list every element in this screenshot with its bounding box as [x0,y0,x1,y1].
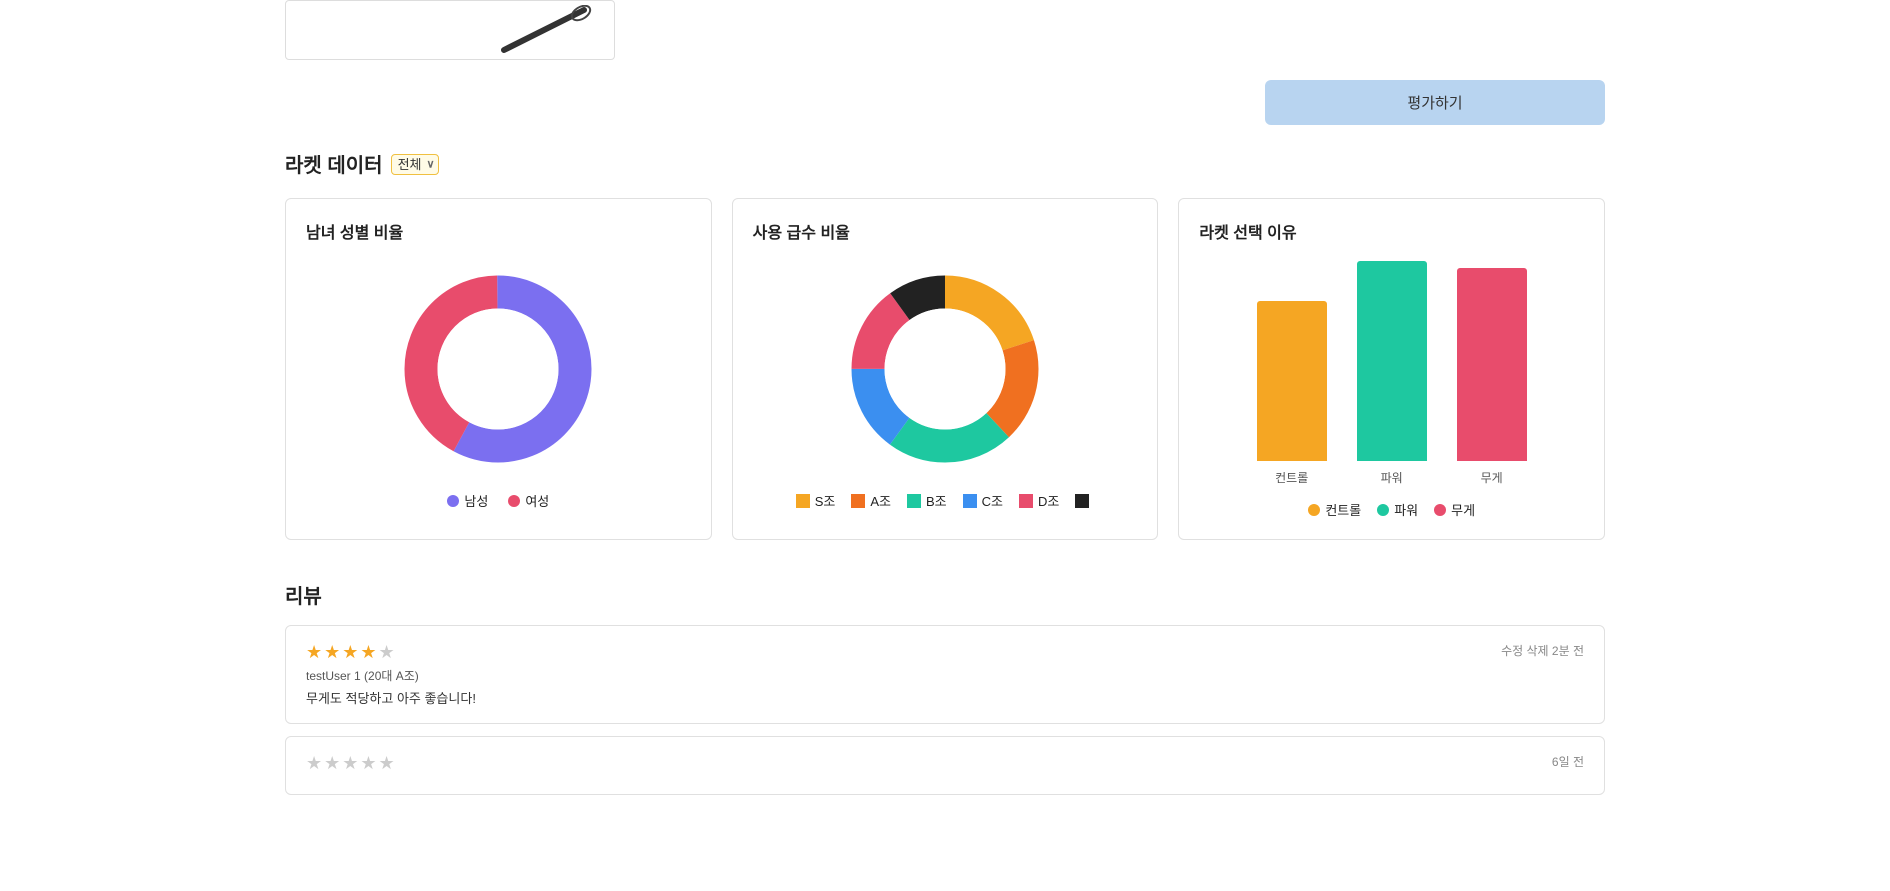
legend-female-dot [508,495,520,507]
legend-female-label: 여성 [525,491,549,510]
bar-control [1257,301,1327,461]
bar-legend-power-label: 파워 [1394,500,1418,519]
legend-c-square [963,494,977,508]
gender-donut-svg [388,259,608,479]
gender-donut-container: 남성 여성 [306,259,691,510]
legend-d-square [1019,494,1033,508]
gender-chart-card: 남녀 성별 비율 남성 [285,198,712,540]
bar-area: 컨트롤 파워 무게 [1199,259,1584,490]
grade-legend: S조 A조 B조 C조 [796,491,1095,510]
review-card-1: ★★★★★ 수정 삭제 2분 전 testUser 1 (20대 A조) 무게도… [285,625,1605,724]
grade-donut-container: S조 A조 B조 C조 [753,259,1138,510]
legend-s-square [796,494,810,508]
reviews-section: 리뷰 ★★★★★ 수정 삭제 2분 전 testUser 1 (20대 A조) … [285,580,1605,795]
review-stars-2: ★★★★★ [306,753,397,774]
evaluate-button[interactable]: 평가하기 [1265,80,1605,125]
grade-chart-card: 사용 급수 비율 [732,198,1159,540]
legend-b-label: B조 [926,491,947,510]
bar-legend-weight-dot [1434,504,1446,516]
charts-row: 남녀 성별 비율 남성 [285,198,1605,540]
stars-filled-1: ★★★★ [306,642,379,662]
racket-data-section-title: 라켓 데이터 전체 남성 여성 [285,149,1605,178]
legend-b-square [907,494,921,508]
review-time-2: 6일 전 [1552,755,1584,769]
bar-power-group: 파워 [1357,261,1427,486]
grade-donut-svg [835,259,1055,479]
bar-legend: 컨트롤 파워 무게 [1199,500,1584,519]
bar-control-group: 컨트롤 [1257,301,1327,486]
legend-a-label: A조 [870,491,891,510]
racket-image [494,5,594,55]
bar-power [1357,261,1427,461]
legend-b: B조 [907,491,947,510]
bar-weight [1457,268,1527,461]
legend-black [1075,491,1094,510]
review-header-2: ★★★★★ 6일 전 [306,753,1584,774]
bar-control-label: 컨트롤 [1275,469,1308,486]
legend-d-label: D조 [1038,491,1059,510]
review-card-2: ★★★★★ 6일 전 [285,736,1605,795]
reason-chart-title: 라켓 선택 이유 [1199,219,1584,243]
review-actions-2: 6일 전 [1552,753,1584,770]
gender-legend: 남성 여성 [447,491,549,510]
reviews-title: 리뷰 [285,580,1605,609]
stars-empty-1: ★ [379,642,397,662]
filter-select[interactable]: 전체 남성 여성 [391,154,439,175]
legend-male-dot [447,495,459,507]
bar-legend-weight: 무게 [1434,500,1475,519]
review-time-1: 수정 삭제 2분 전 [1501,644,1584,658]
bar-legend-control: 컨트롤 [1308,500,1361,519]
bar-power-label: 파워 [1381,469,1403,486]
product-image-box [285,0,615,60]
legend-s: S조 [796,491,836,510]
gender-chart-title: 남녀 성별 비율 [306,219,691,243]
bar-chart-container: 컨트롤 파워 무게 컨트롤 [1199,259,1584,519]
reason-chart-card: 라켓 선택 이유 컨트롤 파워 무게 [1178,198,1605,540]
bar-weight-group: 무게 [1457,268,1527,486]
legend-s-label: S조 [815,491,836,510]
bar-legend-control-dot [1308,504,1320,516]
bar-legend-power: 파워 [1377,500,1418,519]
legend-a: A조 [851,491,891,510]
legend-d: D조 [1019,491,1059,510]
grade-chart-title: 사용 급수 비율 [753,219,1138,243]
legend-a-square [851,494,865,508]
review-header-1: ★★★★★ 수정 삭제 2분 전 [306,642,1584,663]
legend-female: 여성 [508,491,549,510]
filter-select-wrapper[interactable]: 전체 남성 여성 [391,152,439,175]
review-user-1: testUser 1 (20대 A조) [306,667,1584,684]
bar-legend-weight-label: 무게 [1451,500,1475,519]
review-actions-1[interactable]: 수정 삭제 2분 전 [1501,642,1584,659]
review-stars-1: ★★★★★ [306,642,397,663]
stars-empty-2: ★★★★★ [306,753,397,773]
bar-legend-power-dot [1377,504,1389,516]
legend-black-square [1075,494,1089,508]
legend-c: C조 [963,491,1003,510]
legend-male: 남성 [447,491,488,510]
review-text-1: 무게도 적당하고 아주 좋습니다! [306,688,1584,707]
bar-weight-label: 무게 [1481,469,1503,486]
bar-legend-control-label: 컨트롤 [1325,500,1361,519]
legend-c-label: C조 [982,491,1003,510]
section-title-text: 라켓 데이터 [285,149,383,178]
legend-male-label: 남성 [464,491,488,510]
